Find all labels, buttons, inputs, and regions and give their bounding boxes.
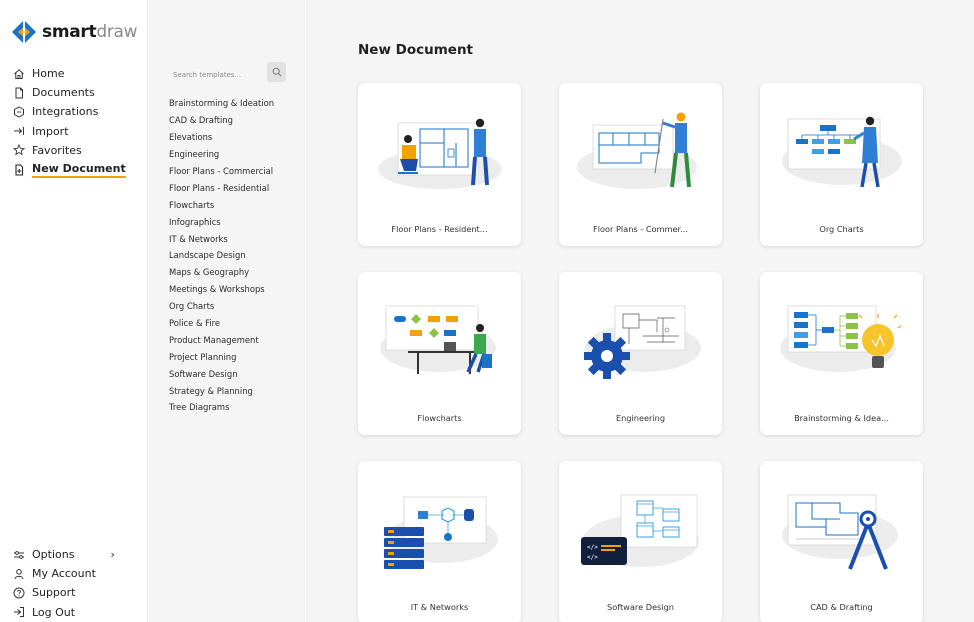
nav-item-integrations[interactable]: Integrations (12, 102, 126, 121)
page-title: New Document (358, 42, 474, 58)
template-card-software-design[interactable]: </> </> Software Design (559, 461, 722, 622)
star-icon (12, 144, 25, 157)
floor-plan-illustration (378, 118, 502, 189)
category-item[interactable]: Meetings & Workshops (169, 281, 274, 298)
template-card-engineering[interactable]: Engineering (559, 272, 722, 435)
options-icon (12, 548, 25, 561)
category-item[interactable]: Infographics (169, 213, 274, 230)
smartdraw-logo[interactable]: smartdraw (12, 18, 138, 46)
category-item[interactable]: Engineering (169, 146, 274, 163)
search-button[interactable] (267, 62, 286, 82)
nav-item-label: New Document (32, 162, 126, 178)
flowchart-illustration (380, 305, 496, 374)
search-icon (272, 67, 281, 77)
template-card-flowcharts[interactable]: Flowcharts (358, 272, 521, 435)
nav-item-options[interactable]: Options › (12, 545, 115, 564)
user-icon (12, 567, 25, 580)
template-card-floor-plans-residential[interactable]: Floor Plans - Resident... (358, 83, 521, 246)
category-item[interactable]: Software Design (169, 365, 274, 382)
category-item[interactable]: Maps & Geography (169, 264, 274, 281)
logout-icon (12, 606, 25, 619)
nav-item-support[interactable]: Support (12, 583, 115, 602)
template-card-label: Software Design (607, 602, 674, 612)
category-item[interactable]: Police & Fire (169, 315, 274, 332)
import-icon (12, 125, 25, 138)
template-card-cad-drafting[interactable]: CAD & Drafting (760, 461, 923, 622)
category-item[interactable]: Strategy & Planning (169, 382, 274, 399)
template-card-org-charts[interactable]: Org Charts (760, 83, 923, 246)
category-item[interactable]: Landscape Design (169, 247, 274, 264)
category-item[interactable]: Floor Plans - Commercial (169, 163, 274, 180)
nav-item-label: Documents (32, 86, 95, 100)
software-design-illustration: </> </> (581, 494, 699, 567)
category-item[interactable]: Org Charts (169, 298, 274, 315)
brainstorming-illustration (780, 305, 902, 372)
cad-drafting-illustration (782, 494, 898, 570)
svg-text:</>: </> (587, 544, 598, 551)
main-nav: smartdraw Home Documents Integrations Im… (0, 0, 148, 622)
nav-item-documents[interactable]: Documents (12, 83, 126, 102)
smartdraw-wordmark: smartdraw (42, 22, 138, 42)
category-item[interactable]: Elevations (169, 129, 274, 146)
category-item[interactable]: Brainstorming & Ideation (169, 95, 274, 112)
category-item[interactable]: Tree Diagrams (169, 399, 274, 416)
nav-item-new-document[interactable]: New Document (12, 160, 126, 179)
nav-item-label: Favorites (32, 143, 82, 157)
nav-item-label: My Account (32, 567, 96, 581)
nav-item-label: Log Out (32, 605, 76, 619)
template-card-label: Floor Plans - Resident... (391, 224, 488, 234)
smartdraw-logo-icon (12, 21, 36, 43)
category-item[interactable]: Floor Plans - Residential (169, 179, 274, 196)
template-card-label: Engineering (615, 413, 666, 423)
new-document-icon (12, 163, 25, 176)
nav-item-log-out[interactable]: Log Out (12, 603, 115, 622)
nav-item-import[interactable]: Import (12, 122, 126, 141)
category-list: Brainstorming & Ideation CAD & Drafting … (169, 95, 274, 416)
template-card-label: Floor Plans - Commer... (593, 224, 688, 234)
template-gallery: New Document Floor Plans - Resident... F… (306, 0, 974, 622)
category-item[interactable]: Product Management (169, 331, 274, 348)
network-illustration (384, 496, 498, 569)
nav-item-label: Support (32, 586, 76, 600)
engineering-illustration (584, 305, 701, 379)
template-card-label: Brainstorming & Idea... (794, 413, 889, 423)
template-card-floor-plans-commercial[interactable]: Floor Plans - Commer... (559, 83, 722, 246)
template-categories-panel: Brainstorming & Ideation CAD & Drafting … (149, 0, 305, 622)
category-item[interactable]: Flowcharts (169, 196, 274, 213)
template-card-brainstorming[interactable]: Brainstorming & Idea... (760, 272, 923, 435)
category-item[interactable]: CAD & Drafting (169, 112, 274, 129)
svg-text:</>: </> (587, 554, 598, 561)
template-card-it-networks[interactable]: IT & Networks (358, 461, 521, 622)
template-card-label: CAD & Drafting (810, 602, 873, 612)
org-chart-illustration (782, 116, 902, 188)
nav-item-label: Home (32, 67, 65, 81)
nav-item-label: Options (32, 548, 75, 562)
nav-item-label: Integrations (32, 105, 99, 119)
template-card-label: IT & Networks (410, 602, 469, 612)
secondary-nav-list: Options › My Account Support Log Out (12, 545, 115, 622)
primary-nav-list: Home Documents Integrations Import Favor… (12, 64, 126, 179)
template-search (169, 62, 286, 85)
template-card-label: Flowcharts (417, 413, 462, 423)
nav-item-my-account[interactable]: My Account (12, 564, 115, 583)
home-icon (12, 67, 25, 80)
nav-item-label: Import (32, 124, 69, 138)
nav-item-home[interactable]: Home (12, 64, 126, 83)
search-input[interactable] (169, 65, 265, 85)
chevron-right-icon: › (110, 548, 115, 562)
category-item[interactable]: IT & Networks (169, 230, 274, 247)
category-item[interactable]: Project Planning (169, 348, 274, 365)
floor-plan-illustration (577, 112, 697, 189)
nav-item-favorites[interactable]: Favorites (12, 141, 126, 160)
template-card-label: Org Charts (819, 224, 864, 234)
help-icon (12, 586, 25, 599)
document-icon (12, 86, 25, 99)
integrations-icon (12, 105, 25, 118)
